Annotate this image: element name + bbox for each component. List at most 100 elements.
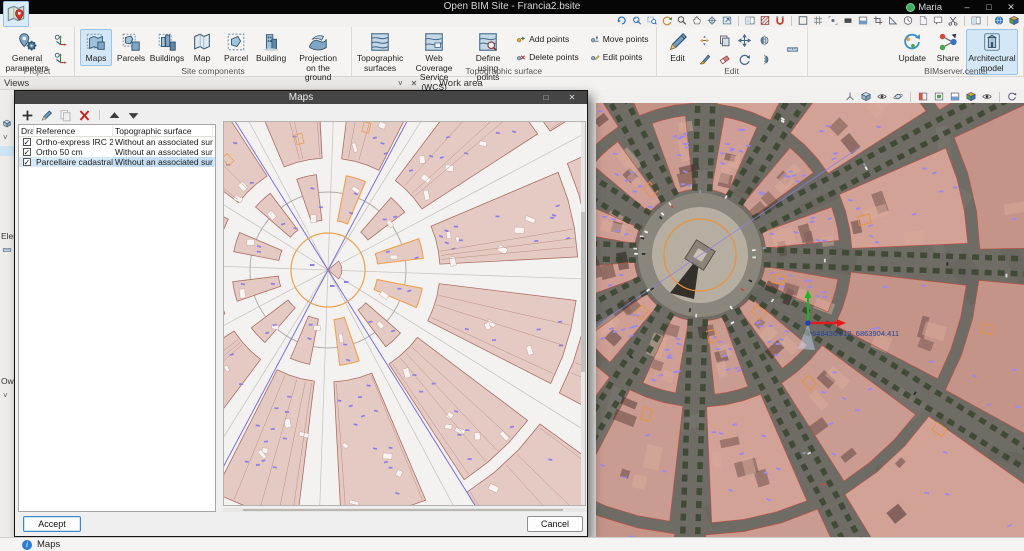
ribbon-tool-move-points[interactable]	[696, 32, 714, 48]
ribbon-button-share[interactable]: Share	[932, 29, 964, 66]
ribbon-button-add-points[interactable]: Add points	[513, 32, 581, 46]
orbit-icon[interactable]	[892, 91, 904, 102]
ribbon-tool-axes-plus[interactable]	[51, 32, 69, 48]
dialog-close-button[interactable]: ✕	[559, 91, 585, 104]
center-figure-icon[interactable]	[706, 15, 718, 26]
ribbon-button-move-points[interactable]: Move points	[587, 32, 651, 46]
ribbon-tool-brush[interactable]	[696, 51, 714, 67]
reference-cell[interactable]: Ortho 50 cm	[34, 147, 113, 157]
cancel-button[interactable]: Cancel	[527, 516, 583, 532]
cut-tool-icon[interactable]	[947, 15, 959, 26]
move-up-button[interactable]	[108, 109, 121, 122]
full-window-icon[interactable]	[721, 15, 733, 26]
cube-color-icon[interactable]	[965, 91, 977, 102]
axis-3d-icon[interactable]	[844, 91, 856, 102]
ortho-window-icon[interactable]	[744, 15, 756, 26]
close-button[interactable]: ✕	[1000, 0, 1022, 14]
zoom-window-icon[interactable]	[646, 15, 658, 26]
redraw-icon[interactable]	[661, 15, 673, 26]
annotation-flag-icon[interactable]	[932, 15, 944, 26]
clipboard-icon[interactable]	[917, 15, 929, 26]
tab-work-area[interactable]: Work area	[430, 77, 1024, 90]
minimize-button[interactable]: –	[956, 0, 978, 14]
accept-button[interactable]: Accept	[23, 516, 81, 532]
delete-button[interactable]	[78, 109, 91, 122]
ribbon-tool-mirror-move[interactable]	[756, 51, 774, 67]
ribbon-tool-eraser[interactable]	[716, 51, 734, 67]
aerial-viewport[interactable]: 648436.912, 6863904.411	[596, 103, 1024, 537]
ribbon-tool-rotate[interactable]	[736, 51, 754, 67]
reference-cell[interactable]: Parcellaire cadastral	[34, 157, 113, 167]
web-globe-icon[interactable]	[993, 15, 1005, 26]
zoom-extents-icon[interactable]	[631, 15, 643, 26]
table-row[interactable]: ✓Parcellaire cadastralWithout an associa…	[19, 157, 215, 167]
add-button[interactable]	[21, 109, 34, 122]
crop-boundary-icon[interactable]	[872, 15, 884, 26]
zoom-previous-icon[interactable]	[616, 15, 628, 26]
copy-button[interactable]	[59, 109, 72, 122]
snap-point-icon[interactable]	[827, 15, 839, 26]
ribbon-button-web-coverage-service-wcs[interactable]: Web Coverage Service (WCS)	[405, 29, 463, 94]
maximize-button[interactable]: □	[978, 0, 1000, 14]
column-header-dra[interactable]: Dra	[19, 125, 34, 137]
solid-fill-icon[interactable]	[842, 15, 854, 26]
dialog-titlebar[interactable]: Maps □ ✕	[15, 91, 587, 104]
ribbon-button-buildings[interactable]: Buildings	[150, 29, 184, 66]
surface-dropdown-value[interactable]: Without an associated surface	[115, 157, 213, 167]
ribbon-button-update[interactable]: Update	[895, 29, 930, 66]
move-down-button[interactable]	[127, 109, 140, 122]
dialog-maximize-button[interactable]: □	[533, 91, 559, 104]
hatch-pattern-icon[interactable]	[759, 15, 771, 26]
selected-view-row[interactable]	[0, 146, 14, 156]
tree-chevron-icon[interactable]: ˅	[3, 133, 8, 142]
pan-icon[interactable]	[691, 15, 703, 26]
eye-select-icon[interactable]	[876, 91, 888, 102]
ribbon-button-parcels[interactable]: Parcels	[114, 29, 148, 66]
window-red-icon[interactable]	[917, 91, 929, 102]
ribbon-tool-axes-c[interactable]	[51, 50, 69, 66]
surface-dropdown-value[interactable]: Without an associated surface	[115, 147, 213, 157]
recent-clock-icon[interactable]	[902, 15, 914, 26]
own-panel-chevron-icon[interactable]: ˅	[3, 391, 8, 400]
color-globe-icon[interactable]	[1008, 15, 1020, 26]
ribbon-button-parcel[interactable]: Parcel	[220, 29, 252, 66]
table-row[interactable]: ✓Ortho-express IRC 2024Without an associ…	[19, 137, 215, 147]
edit-button[interactable]	[40, 109, 53, 122]
split-windows-icon[interactable]	[970, 15, 982, 26]
views-collapse-chevron-icon[interactable]: ˅	[398, 77, 403, 90]
ribbon-button-delete-points[interactable]: Delete points	[513, 50, 581, 64]
ribbon-button-building[interactable]: Building	[254, 29, 288, 66]
ribbon-button-define-using-points[interactable]: Define using points	[465, 29, 511, 85]
ribbon-tool-copy[interactable]	[716, 32, 734, 48]
window-blue-icon[interactable]	[949, 91, 961, 102]
ribbon-button-edit[interactable]: Edit	[662, 29, 694, 66]
column-header-reference[interactable]: Reference	[34, 125, 113, 137]
ribbon-button-projection-on-the-ground[interactable]: Projection on the ground	[290, 29, 346, 85]
object-snap-magnet-icon[interactable]	[774, 15, 786, 26]
draw-checkbox[interactable]: ✓	[23, 148, 31, 156]
ribbon-tool-ruler[interactable]	[784, 41, 802, 57]
sync-model-icon[interactable]	[1006, 91, 1018, 102]
ribbon-tool-arrows-move[interactable]	[736, 32, 754, 48]
surface-dropdown-value[interactable]: Without an associated surface	[115, 137, 213, 147]
table-row[interactable]: ✓Ortho 50 cmWithout an associated surfac…	[19, 147, 215, 157]
grid-icon[interactable]	[812, 15, 824, 26]
draw-checkbox[interactable]: ✓	[23, 158, 31, 166]
ribbon-button-map[interactable]: Map	[186, 29, 218, 66]
ribbon-button-edit-points[interactable]: Edit points	[587, 50, 651, 64]
draw-checkbox[interactable]: ✓	[23, 138, 31, 146]
eye-visibility-icon[interactable]	[981, 91, 993, 102]
rectangle-icon[interactable]	[797, 15, 809, 26]
preview-horizontal-scrollbar[interactable]	[223, 508, 586, 512]
map-preview-panel[interactable]	[223, 121, 586, 506]
zoom-scale-icon[interactable]	[676, 15, 688, 26]
reference-cell[interactable]: Ortho-express IRC 2024	[34, 137, 113, 147]
preview-vertical-scrollbar[interactable]	[581, 122, 585, 505]
user-account[interactable]: Maria	[906, 2, 942, 13]
dimensions-window-icon[interactable]	[857, 15, 869, 26]
window-green-icon[interactable]	[933, 91, 945, 102]
app-logo-button[interactable]	[3, 1, 29, 27]
column-header-topographic-surface[interactable]: Topographic surface	[113, 125, 213, 137]
cube-3d-icon[interactable]	[860, 91, 872, 102]
ribbon-tool-mirror-copy[interactable]	[756, 32, 774, 48]
